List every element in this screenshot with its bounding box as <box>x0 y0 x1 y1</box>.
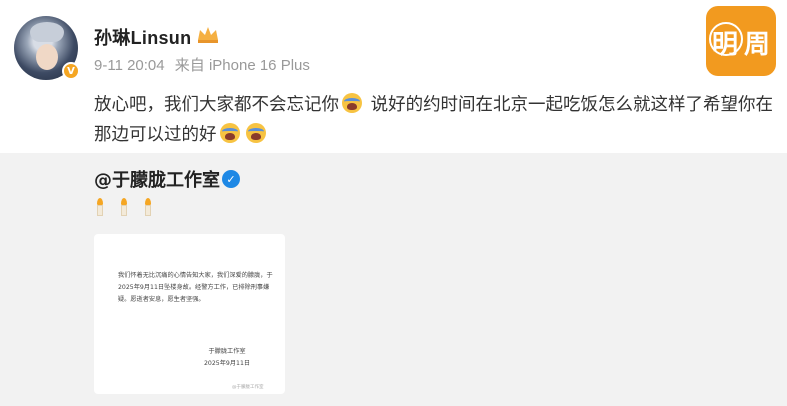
brand-char-2: 周 <box>744 30 771 60</box>
candle-icon <box>118 198 130 216</box>
card-statement: 我们怀着无比沉痛的心情告知大家，我们深爱的朦胧，于2025年9月11日坠楼身故。… <box>118 272 273 303</box>
repost-mention[interactable]: @于朦胧工作室 <box>94 166 220 192</box>
brand-logo: 明 周 <box>706 6 776 76</box>
candle-row <box>94 198 154 216</box>
candle-icon <box>142 198 154 216</box>
crying-face-icon <box>342 93 362 113</box>
card-sign-date: 2025年9月11日 <box>204 360 251 367</box>
post-source: 来自 iPhone 16 Plus <box>174 57 310 74</box>
post-text-part1: 放心吧，我们大家都不会忘记你 <box>94 95 339 115</box>
repost-image-card[interactable]: 我们怀着无比沉痛的心情告知大家，我们深爱的朦胧，于2025年9月11日坠楼身故。… <box>94 234 285 394</box>
candle-icon <box>94 198 106 216</box>
card-watermark: @于朦胧工作室 <box>232 385 264 390</box>
crying-face-icon <box>219 123 240 143</box>
verified-blue-icon: ✓ <box>222 170 240 188</box>
crying-face-icon <box>245 123 266 143</box>
verified-v-badge-icon: V <box>62 62 80 80</box>
post-meta: 9-11 20:04 来自 iPhone 16 Plus <box>94 54 316 75</box>
username[interactable]: 孙琳Linsun <box>94 24 191 50</box>
card-sign-name: 于朦胧工作室 <box>208 348 246 355</box>
post-time[interactable]: 9-11 20:04 <box>94 57 165 74</box>
post-header-area: V 孙琳Linsun 9-11 20:04 来自 iPhone 16 Plus … <box>0 0 787 153</box>
post-text: 放心吧，我们大家都不会忘记你 说好的约时间在北京一起吃饭怎么就这样了希望你在那边… <box>94 90 774 150</box>
card-signature: 于朦胧工作室 2025年9月11日 <box>204 346 250 370</box>
brand-char-1: 明 <box>712 30 739 60</box>
crown-icon <box>198 27 218 43</box>
